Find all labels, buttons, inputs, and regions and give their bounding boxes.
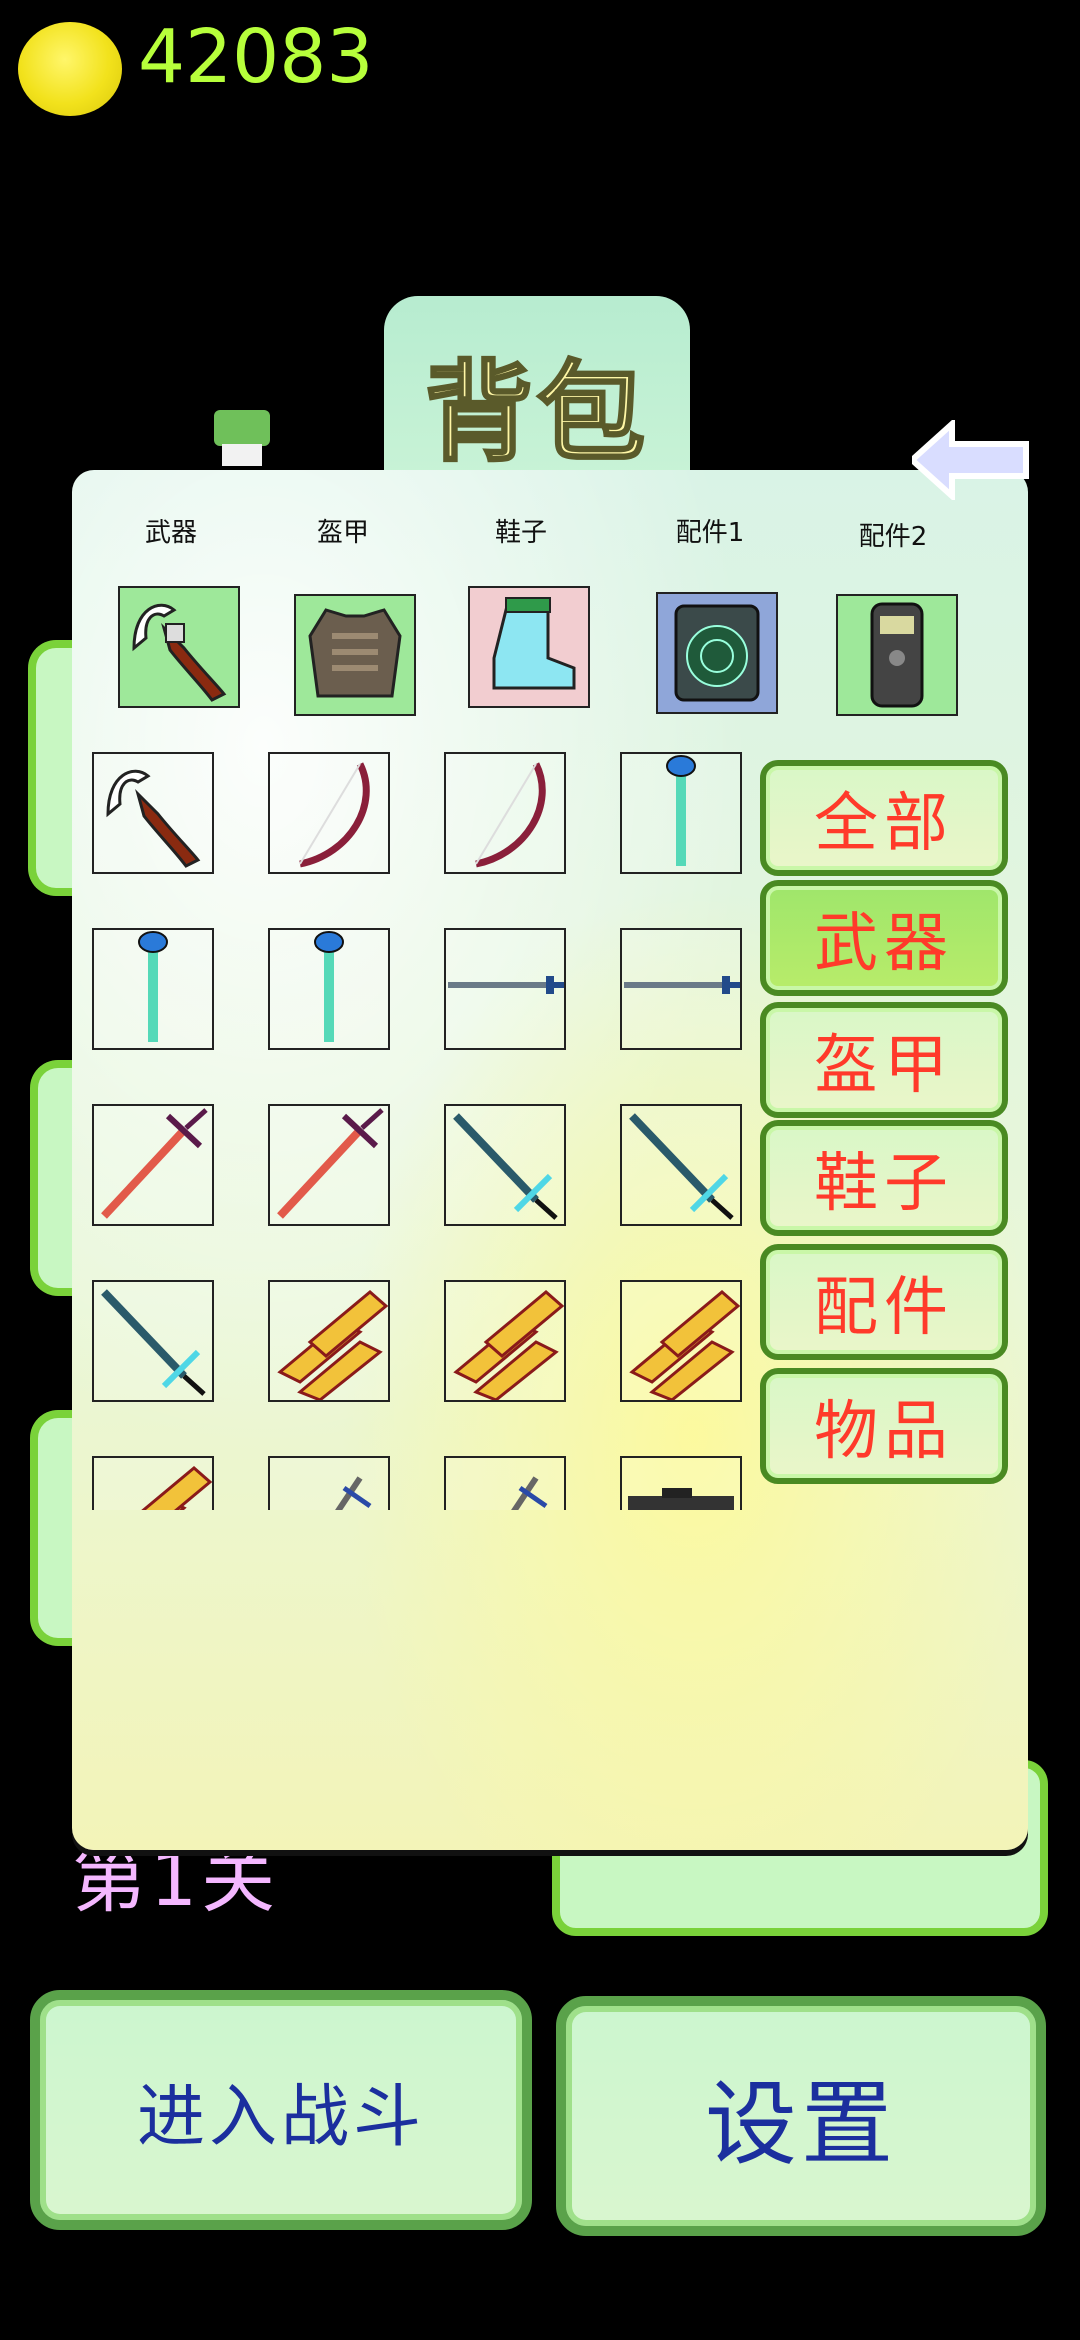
long-sword-icon [448,976,564,994]
player-avatar [214,406,270,466]
arrow-bundle-icon [277,1290,388,1400]
teal-sword-icon [101,1289,206,1396]
inventory-item[interactable] [444,928,566,1050]
slot-label-shoes: 鞋子 [494,518,547,548]
red-bow-icon [475,762,546,868]
category-armor-button[interactable]: 盔甲 [760,1002,1008,1118]
category-all-button[interactable]: 全部 [760,760,1008,876]
inventory-item[interactable] [268,1104,390,1226]
settings-button[interactable]: 设置 [556,1996,1046,2236]
red-sword-icon [277,1108,384,1219]
inventory-item[interactable] [92,1456,214,1510]
inventory-item[interactable] [444,752,566,874]
equipped-accessory-2-slot[interactable] [836,594,958,716]
blue-boot-icon [492,597,576,690]
blue-staff-icon [138,931,168,1042]
hook-weapon-icon [132,603,227,702]
coin-count: 42083 [138,14,374,100]
inventory-item[interactable] [92,1104,214,1226]
arrow-bundle-icon [629,1290,740,1400]
red-bow-icon [299,762,370,868]
inventory-item[interactable] [268,928,390,1050]
category-items-button[interactable]: 物品 [760,1368,1008,1484]
blue-staff-icon [314,931,344,1042]
coin-icon [18,22,122,116]
inventory-item[interactable] [92,1280,214,1402]
equipped-shoes-slot[interactable] [468,586,590,708]
steel-sword-icon [511,1476,548,1510]
steel-sword-icon [335,1476,372,1510]
inventory-item[interactable] [268,1280,390,1402]
long-sword-icon [624,976,740,994]
inventory-item[interactable] [268,1456,390,1510]
enter-battle-button[interactable]: 进入战斗 [30,1990,532,2230]
equipped-weapon-slot[interactable] [118,586,240,708]
equipped-armor-slot[interactable] [294,594,416,716]
arrow-bundle-icon [453,1290,564,1400]
hook-weapon-icon [106,769,201,868]
inventory-item[interactable] [268,752,390,874]
inventory-item[interactable] [620,928,742,1050]
inventory-item[interactable] [620,1104,742,1226]
slot-label-armor: 盔甲 [316,518,369,548]
equipped-accessory-1-slot[interactable] [656,592,778,714]
backpack-title: 背包 [423,350,649,478]
backpack-title-tab: 背包 [384,296,690,478]
teal-sword-icon [453,1113,558,1220]
armor-vest-icon [308,608,402,698]
slot-label-accessory-2: 配件2 [858,522,928,552]
slot-label-weapon: 武器 [144,518,197,548]
category-accessory-button[interactable]: 配件 [760,1244,1008,1360]
inventory-grid [84,740,764,1510]
inventory-item[interactable] [444,1280,566,1402]
radar-device-icon [674,604,760,702]
inventory-item[interactable] [92,928,214,1050]
inventory-item[interactable] [620,752,742,874]
inventory-item[interactable] [620,1456,742,1510]
inventory-item[interactable] [444,1456,566,1510]
inventory-item[interactable] [444,1104,566,1226]
blue-staff-icon [666,755,696,866]
category-weapon-button[interactable]: 武器 [760,880,1008,996]
back-arrow-icon[interactable] [912,420,1032,500]
red-sword-icon [101,1108,208,1219]
category-shoes-button[interactable]: 鞋子 [760,1120,1008,1236]
inventory-item[interactable] [92,752,214,874]
teal-sword-icon [629,1113,734,1220]
arrow-bundle-icon [141,1466,212,1510]
scanner-device-icon [870,602,924,708]
slot-label-accessory-1: 配件1 [675,518,745,548]
rifle-icon [628,1488,734,1510]
inventory-item[interactable] [620,1280,742,1402]
